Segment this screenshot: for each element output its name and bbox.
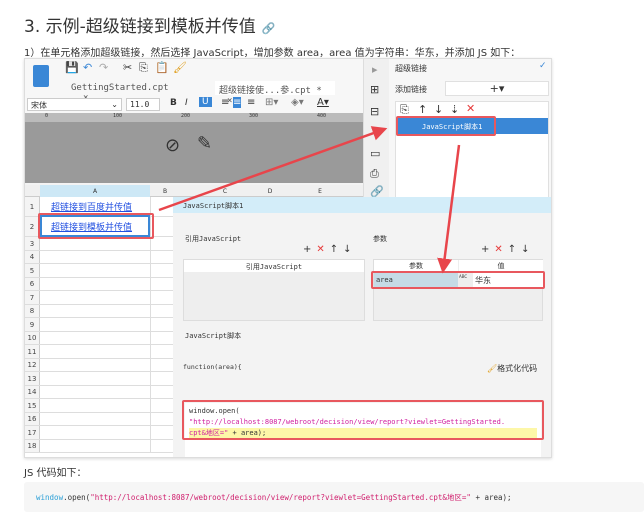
page-heading: 3. 示例-超级链接到模板并传值 🔗 bbox=[24, 12, 275, 37]
arrow bbox=[158, 126, 388, 212]
code-block: window.open("http://localhost:8087/webro… bbox=[24, 482, 644, 512]
intro-text: 1）在单元格添加超级链接，然后选择 JavaScript，增加参数 area，a… bbox=[24, 48, 521, 59]
code-token: + area); bbox=[470, 493, 512, 502]
designer-screenshot: 💾 ↶ ↷ ✂ ⎘ 📋 🖌 GettingStarted.cpt × 超级链接使… bbox=[24, 58, 552, 458]
code-token: window bbox=[36, 493, 64, 502]
annotation-arrows bbox=[158, 126, 461, 274]
anchor-link-icon[interactable]: 🔗 bbox=[262, 22, 276, 35]
arrow bbox=[437, 144, 461, 274]
heading-text: 3. 示例-超级链接到模板并传值 bbox=[24, 17, 256, 37]
code-token: .open( bbox=[63, 493, 91, 502]
js-caption: JS 代码如下： bbox=[24, 468, 87, 479]
code-token: "http://localhost:8087/webroot/decision/… bbox=[90, 493, 471, 502]
